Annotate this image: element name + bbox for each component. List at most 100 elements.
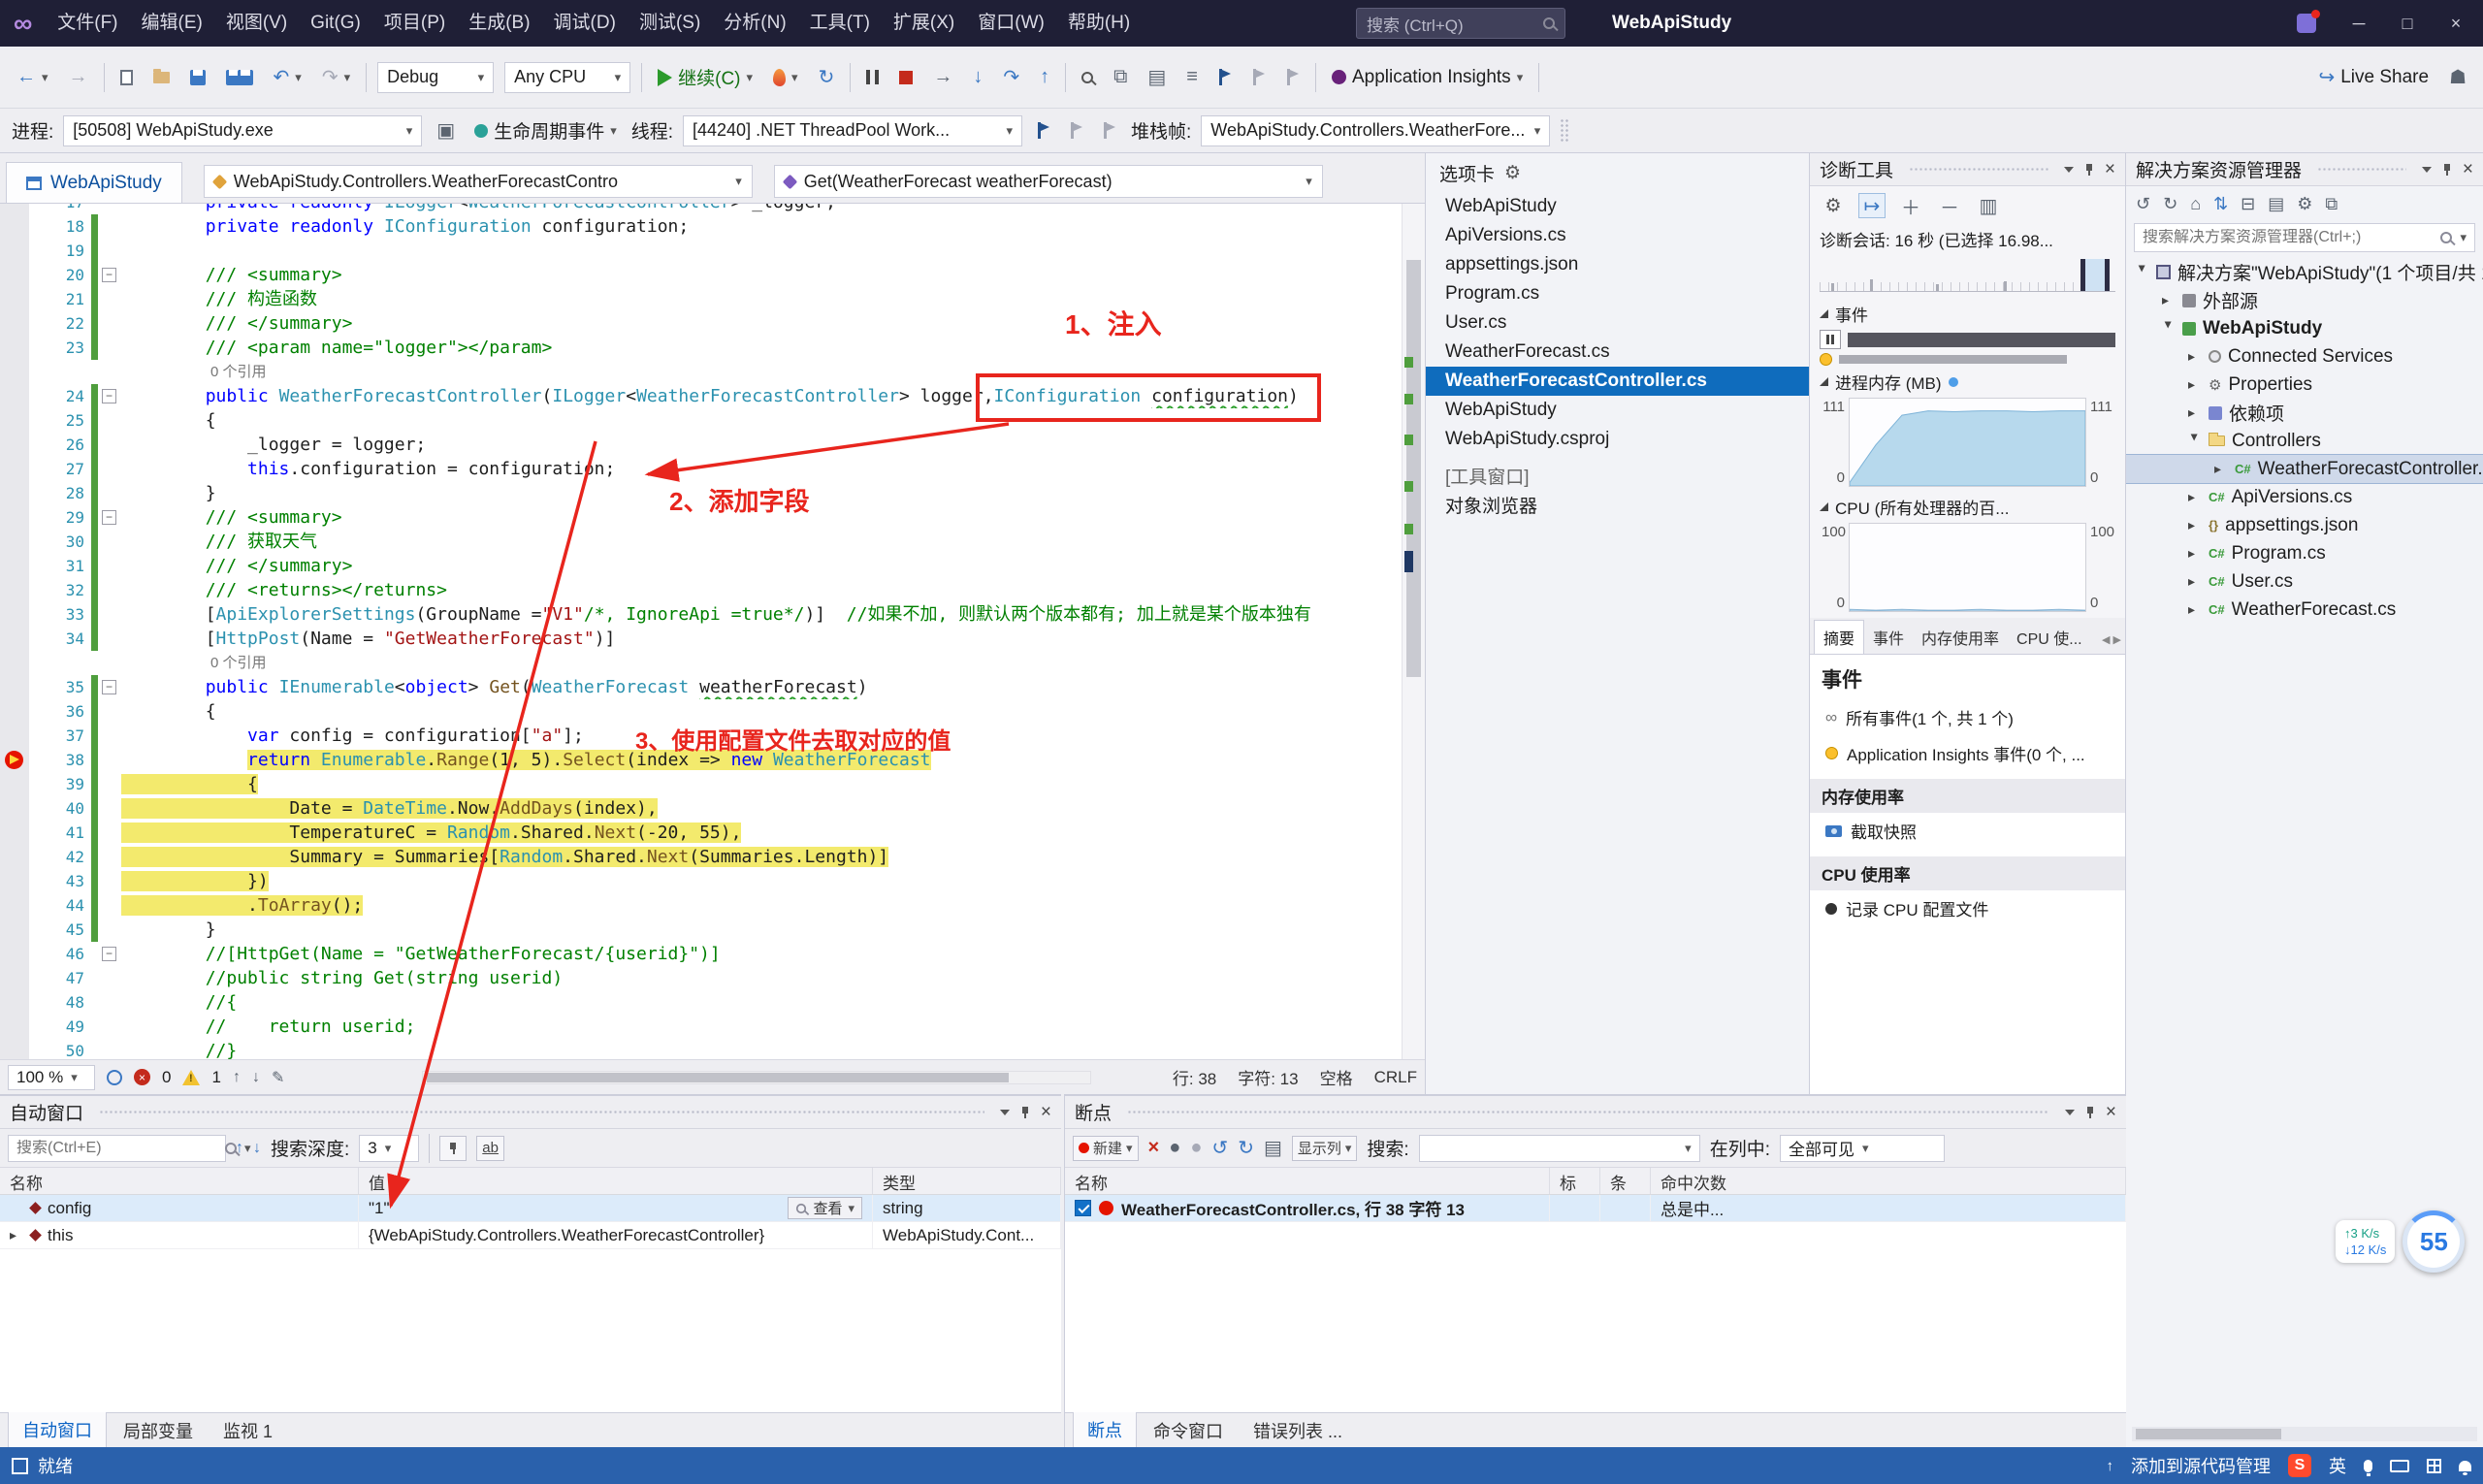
breakpoint-margin[interactable] (0, 724, 29, 748)
menu-item-项目(P)[interactable]: 项目(P) (372, 0, 457, 47)
code-fold-toggle[interactable]: − (102, 268, 116, 282)
breakpoint-margin[interactable] (0, 505, 29, 530)
restart-button[interactable]: ↻ (814, 61, 840, 93)
panel-tab-命令窗口[interactable]: 命令窗口 (1140, 1413, 1237, 1448)
menu-item-Git(G)[interactable]: Git(G) (299, 0, 372, 47)
column-type[interactable]: 类型 (873, 1168, 1061, 1194)
breakpoint-margin[interactable] (0, 1015, 29, 1039)
breakpoint-margin[interactable] (0, 796, 29, 821)
pin-icon[interactable] (1019, 1106, 1031, 1119)
breakpoint-margin[interactable] (0, 845, 29, 869)
menu-item-分析(N)[interactable]: 分析(N) (712, 0, 797, 47)
expanded-caret-icon[interactable]: ▸ (2135, 266, 2151, 279)
process-dropdown[interactable]: [50508] WebApiStudy.exe ▾ (63, 114, 423, 146)
preview-icon[interactable]: ⧉ (2325, 194, 2338, 214)
open-tab-Program.cs[interactable]: Program.cs (1426, 279, 1809, 308)
collapsed-caret-icon[interactable]: ▸ (2188, 489, 2202, 505)
reset-view-icon[interactable]: ▥ (1975, 193, 2002, 218)
stop-debugging-button[interactable] (894, 67, 918, 88)
network-ball[interactable]: 55 (2402, 1210, 2466, 1273)
solution-configuration-dropdown[interactable]: Debug ▾ (377, 61, 495, 93)
menu-item-测试(S)[interactable]: 测试(S) (628, 0, 712, 47)
close-icon[interactable]: × (2105, 160, 2115, 178)
collapsed-caret-icon[interactable]: ▸ (2188, 376, 2202, 393)
column-label[interactable]: 标签 (1550, 1168, 1600, 1217)
tree-item-WebApiStudy[interactable]: ▸ WebApiStudy (2126, 314, 2483, 342)
app-insights-events-link[interactable]: Application Insights 事件(0 个, ... (1810, 735, 2125, 771)
breakpoint-margin[interactable] (0, 772, 29, 796)
close-icon[interactable]: × (2106, 1103, 2116, 1121)
go-to-disassembly-icon[interactable]: ↻ (1238, 1136, 1254, 1160)
tree-item-Connected Services[interactable]: ▸ Connected Services (2126, 342, 2483, 371)
go-to-source-icon[interactable]: ↺ (1211, 1136, 1228, 1160)
chevron-down-icon[interactable] (999, 1109, 1010, 1115)
editor-horizontal-scrollbar[interactable] (422, 1070, 1092, 1084)
warning-count-icon[interactable] (182, 1069, 201, 1085)
breakpoint-margin[interactable] (0, 433, 29, 457)
autos-row-this[interactable]: ▸ this {WebApiStudy.Controllers.WeatherFor… (0, 1222, 1061, 1249)
push-icon[interactable]: ↑ (2107, 1458, 2114, 1474)
tree-item-User.cs[interactable]: ▸ C# User.cs (2126, 567, 2483, 596)
breakpoint-margin[interactable] (0, 918, 29, 942)
chevron-down-icon[interactable] (2063, 166, 2074, 173)
maximize-button[interactable]: □ (2386, 0, 2429, 47)
breakpoint-margin[interactable] (0, 893, 29, 918)
view-value-button[interactable]: 查看 ▾ (788, 1197, 862, 1219)
menu-item-视图(V)[interactable]: 视图(V) (214, 0, 299, 47)
minimize-button[interactable]: ─ (2338, 0, 2380, 47)
timeline-selection[interactable] (2080, 259, 2110, 291)
error-count-icon[interactable]: × (134, 1069, 150, 1085)
navigate-forward-button[interactable]: → (64, 62, 93, 92)
previous-flagged-thread-button[interactable] (1065, 118, 1088, 143)
menu-item-工具(T)[interactable]: 工具(T) (798, 0, 882, 47)
search-next-icon[interactable]: ↓ (253, 1140, 261, 1157)
bookmark-button[interactable] (1213, 65, 1237, 89)
spaces-indicator[interactable]: 空格 (1320, 1065, 1353, 1089)
breakpoint-row[interactable]: WeatherForecastController.cs, 行 38 字符 13… (1065, 1195, 2126, 1222)
breakpoint-margin[interactable] (0, 384, 29, 408)
collapse-all-icon[interactable]: ⊟ (2241, 194, 2255, 214)
code-fold-toggle[interactable]: − (102, 680, 116, 694)
column-name[interactable]: 名称 (0, 1168, 359, 1194)
new-breakpoint-button[interactable]: 新建 ▾ (1073, 1135, 1139, 1161)
type-navigation-dropdown[interactable]: WebApiStudy.Controllers.WeatherForecastC… (203, 165, 753, 198)
line-ending-indicator[interactable]: CRLF (1374, 1068, 1417, 1087)
delete-breakpoint-icon[interactable]: × (1148, 1137, 1160, 1159)
gear-icon[interactable]: ⚙ (1504, 162, 1521, 184)
properties-icon[interactable]: ⚙ (2297, 194, 2312, 214)
user-account-icon[interactable]: ☗ (2444, 61, 2471, 93)
pin-icon[interactable] (2441, 163, 2453, 177)
breakpoint-margin[interactable] (0, 311, 29, 336)
previous-bookmark-button[interactable] (1247, 65, 1271, 89)
collapsed-caret-icon[interactable]: ▸ (2188, 517, 2202, 533)
lifecycle-events-dropdown[interactable]: 生命周期事件 ▾ (469, 113, 622, 147)
menu-item-窗口(W)[interactable]: 窗口(W) (966, 0, 1056, 47)
collapsed-caret-icon[interactable]: ▸ (2188, 545, 2202, 562)
breakpoint-margin[interactable] (0, 821, 29, 845)
collapsed-caret-icon[interactable]: ▸ (2188, 348, 2202, 365)
breakpoint-margin[interactable] (0, 204, 29, 214)
breakpoint-margin[interactable] (0, 214, 29, 239)
previous-issue-icon[interactable]: ↑ (233, 1069, 241, 1086)
tree-item-外部源[interactable]: ▸ 外部源 (2126, 286, 2483, 314)
document-health-icon[interactable] (107, 1069, 122, 1085)
take-snapshot-link[interactable]: 截取快照 (1810, 813, 2125, 849)
breakpoint-margin[interactable] (0, 287, 29, 311)
open-tab-WebApiStudy.csproj[interactable]: WebApiStudy.csproj (1426, 425, 1809, 454)
sogou-input-icon[interactable]: S (2288, 1454, 2311, 1477)
collapsed-caret-icon[interactable]: ▸ (2214, 461, 2228, 477)
tree-item-ApiVersions.cs[interactable]: ▸ C# ApiVersions.cs (2126, 483, 2483, 511)
open-tab-ApiVersions.cs[interactable]: ApiVersions.cs (1426, 221, 1809, 250)
column-condition[interactable]: 条件 (1600, 1168, 1651, 1217)
live-share-button[interactable]: ↪ Live Share (2313, 61, 2434, 93)
breakpoint-margin[interactable] (0, 869, 29, 893)
autos-search-input[interactable] (16, 1139, 217, 1157)
tab-scroll-arrows[interactable]: ◀ ▶ (2102, 633, 2121, 654)
ime-indicator[interactable]: 英 (2329, 1453, 2346, 1478)
home-icon[interactable]: ⌂ (2190, 194, 2201, 214)
open-tab-[工具窗口][interactable]: [工具窗口] (1426, 464, 1809, 493)
scrollbar-thumb[interactable] (2136, 1429, 2281, 1439)
pin-values-button[interactable] (439, 1135, 468, 1161)
breakpoint-margin[interactable] (0, 481, 29, 505)
sync-with-active-document-icon[interactable]: ⇅ (2213, 194, 2228, 214)
